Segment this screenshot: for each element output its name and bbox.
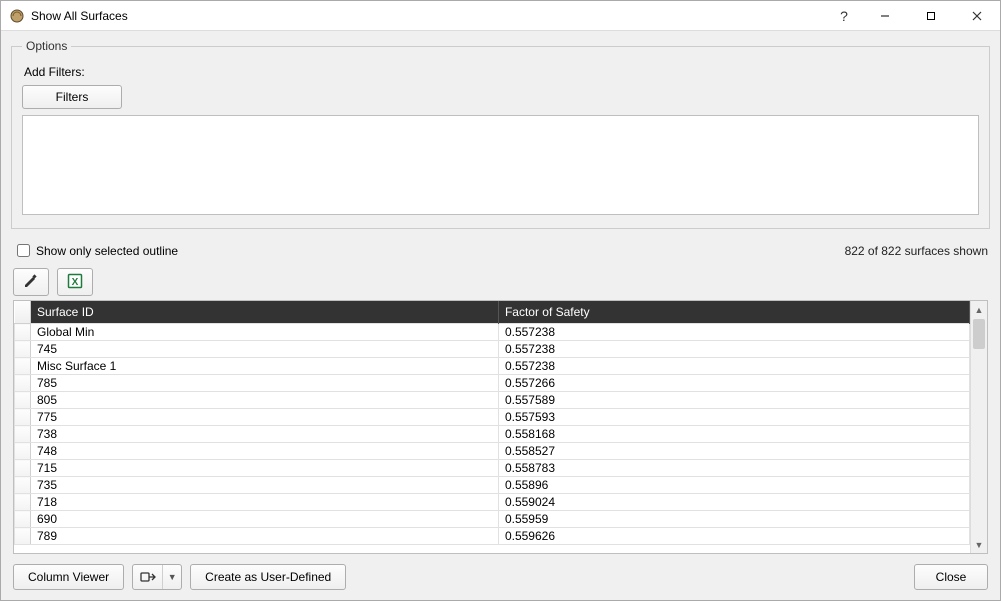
filters-textbox[interactable] (22, 115, 979, 215)
close-button[interactable]: Close (914, 564, 988, 590)
row-header[interactable] (15, 511, 31, 528)
options-group: Options Add Filters: Filters (11, 39, 990, 229)
column-viewer-button[interactable]: Column Viewer (13, 564, 124, 590)
cell-fos[interactable]: 0.55959 (498, 511, 969, 528)
row-header[interactable] (15, 494, 31, 511)
cell-surface-id[interactable]: Global Min (31, 324, 499, 341)
table-row[interactable]: 7850.557266 (15, 375, 970, 392)
row-header[interactable] (15, 392, 31, 409)
cell-fos[interactable]: 0.55896 (498, 477, 969, 494)
row-header[interactable] (15, 477, 31, 494)
filters-button[interactable]: Filters (22, 85, 122, 109)
add-filters-label: Add Filters: (24, 65, 979, 79)
cell-surface-id[interactable]: Misc Surface 1 (31, 358, 499, 375)
scroll-thumb[interactable] (973, 319, 985, 349)
maximize-button[interactable] (908, 1, 954, 30)
export-excel-button[interactable]: X (57, 268, 93, 296)
cell-surface-id[interactable]: 735 (31, 477, 499, 494)
pencil-icon (23, 273, 39, 292)
row-header[interactable] (15, 443, 31, 460)
titlebar: Show All Surfaces ? (1, 1, 1000, 31)
cell-surface-id[interactable]: 805 (31, 392, 499, 409)
window-buttons (862, 1, 1000, 30)
row-header[interactable] (15, 409, 31, 426)
options-legend: Options (22, 39, 71, 53)
export-split-button[interactable]: ▼ (132, 564, 182, 590)
dialog-footer: Column Viewer ▼ Create as User-Defined C… (11, 564, 990, 590)
cell-fos[interactable]: 0.558783 (498, 460, 969, 477)
table-row[interactable]: 7380.558168 (15, 426, 970, 443)
minimize-button[interactable] (862, 1, 908, 30)
window-title: Show All Surfaces (31, 9, 128, 23)
table-corner[interactable] (15, 301, 31, 324)
row-header[interactable] (15, 375, 31, 392)
table-row[interactable]: 7480.558527 (15, 443, 970, 460)
show-outline-checkbox[interactable] (17, 244, 30, 257)
edit-button[interactable] (13, 268, 49, 296)
cell-surface-id[interactable]: 690 (31, 511, 499, 528)
cell-fos[interactable]: 0.558527 (498, 443, 969, 460)
cell-fos[interactable]: 0.557593 (498, 409, 969, 426)
cell-surface-id[interactable]: 789 (31, 528, 499, 545)
column-header-surface-id[interactable]: Surface ID (31, 301, 499, 324)
row-header[interactable] (15, 341, 31, 358)
create-user-defined-button[interactable]: Create as User-Defined (190, 564, 346, 590)
row-header[interactable] (15, 460, 31, 477)
vertical-scrollbar[interactable]: ▲ ▼ (970, 301, 987, 553)
cell-surface-id[interactable]: 785 (31, 375, 499, 392)
scroll-up-arrow[interactable]: ▲ (971, 301, 987, 318)
app-icon (9, 8, 25, 24)
row-header[interactable] (15, 324, 31, 341)
table-row[interactable]: 7350.55896 (15, 477, 970, 494)
table-row[interactable]: 7890.559626 (15, 528, 970, 545)
table-row[interactable]: Misc Surface 10.557238 (15, 358, 970, 375)
surfaces-table[interactable]: Surface ID Factor of Safety Global Min0.… (14, 301, 970, 545)
table-row[interactable]: 7750.557593 (15, 409, 970, 426)
help-button[interactable]: ? (826, 1, 862, 30)
cell-surface-id[interactable]: 718 (31, 494, 499, 511)
export-icon (133, 565, 163, 589)
row-header[interactable] (15, 528, 31, 545)
surfaces-table-container: Surface ID Factor of Safety Global Min0.… (13, 300, 988, 554)
surfaces-count-status: 822 of 822 surfaces shown (845, 244, 988, 258)
table-row[interactable]: 6900.55959 (15, 511, 970, 528)
cell-surface-id[interactable]: 738 (31, 426, 499, 443)
show-outline-label[interactable]: Show only selected outline (36, 244, 178, 258)
table-row[interactable]: 7180.559024 (15, 494, 970, 511)
table-row[interactable]: Global Min0.557238 (15, 324, 970, 341)
table-row[interactable]: 7450.557238 (15, 341, 970, 358)
chevron-down-icon: ▼ (163, 565, 181, 589)
table-row[interactable]: 8050.557589 (15, 392, 970, 409)
svg-text:X: X (72, 277, 79, 288)
column-header-fos[interactable]: Factor of Safety (498, 301, 969, 324)
cell-fos[interactable]: 0.557266 (498, 375, 969, 392)
scroll-down-arrow[interactable]: ▼ (971, 536, 987, 553)
cell-fos[interactable]: 0.557238 (498, 358, 969, 375)
cell-surface-id[interactable]: 775 (31, 409, 499, 426)
cell-surface-id[interactable]: 748 (31, 443, 499, 460)
cell-surface-id[interactable]: 715 (31, 460, 499, 477)
row-header[interactable] (15, 358, 31, 375)
cell-fos[interactable]: 0.559024 (498, 494, 969, 511)
cell-fos[interactable]: 0.559626 (498, 528, 969, 545)
table-row[interactable]: 7150.558783 (15, 460, 970, 477)
close-window-button[interactable] (954, 1, 1000, 30)
excel-icon: X (67, 273, 83, 292)
cell-fos[interactable]: 0.557238 (498, 341, 969, 358)
table-toolbar: X (13, 268, 988, 296)
row-header[interactable] (15, 426, 31, 443)
cell-fos[interactable]: 0.558168 (498, 426, 969, 443)
cell-fos[interactable]: 0.557238 (498, 324, 969, 341)
cell-surface-id[interactable]: 745 (31, 341, 499, 358)
cell-fos[interactable]: 0.557589 (498, 392, 969, 409)
